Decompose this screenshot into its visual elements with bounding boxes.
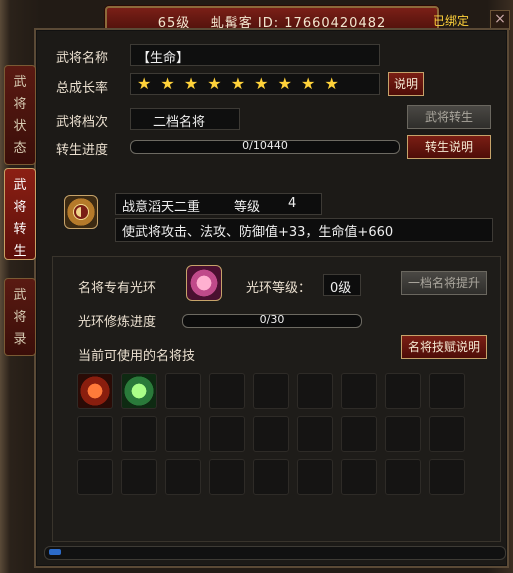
skill-slot[interactable] <box>253 459 289 495</box>
skill-slot[interactable] <box>385 416 421 452</box>
skill-level-label: 等级 <box>234 200 261 215</box>
skill-slot[interactable] <box>341 459 377 495</box>
aura-train-text: 0/30 <box>259 313 285 326</box>
explain-button[interactable]: 说明 <box>388 72 424 96</box>
growth-label: 总成长率 <box>56 81 109 96</box>
skill-name: 战意滔天二重 <box>122 200 201 215</box>
usable-skills-label: 当前可使用的名将技 <box>78 349 196 364</box>
skill-slot[interactable] <box>297 416 333 452</box>
skill-slot[interactable] <box>253 373 289 409</box>
skill-slot[interactable] <box>77 416 113 452</box>
name-label: 武将名称 <box>56 51 109 66</box>
tab-label: 武将录 <box>13 288 27 347</box>
skill-slot[interactable] <box>121 373 157 409</box>
skill-slot[interactable] <box>429 373 465 409</box>
rebirth-progress-text: 0/10440 <box>242 139 288 152</box>
star-icons: ★ ★ ★ ★ ★ ★ ★ ★ ★ <box>137 74 341 93</box>
name-field: 【生命】 <box>130 44 380 66</box>
skill-slot[interactable] <box>297 459 333 495</box>
grade-field: 二档名将 <box>130 108 240 130</box>
rebirth-progress-bar: 0/10440 <box>130 139 400 154</box>
aura-title: 名将专有光环 <box>78 281 157 296</box>
aura-train-label: 光环修炼进度 <box>78 315 157 330</box>
aura-icon[interactable] <box>186 265 222 301</box>
aura-level-label: 光环等级： <box>246 281 312 296</box>
close-button[interactable]: × <box>490 10 510 30</box>
skill-slot[interactable] <box>209 416 245 452</box>
skill-slot[interactable] <box>209 459 245 495</box>
talent-explain-button[interactable]: 名将技赋说明 <box>401 335 487 359</box>
horizontal-scrollbar[interactable] <box>44 546 506 560</box>
skill-level: 4 <box>288 196 297 211</box>
skill-slot[interactable] <box>77 373 113 409</box>
aura-train-bar: 0/30 <box>182 313 362 328</box>
skill-slot[interactable] <box>341 416 377 452</box>
aura-upgrade-button[interactable]: 一档名将提升 <box>401 271 487 295</box>
skill-slot[interactable] <box>209 373 245 409</box>
skill-slot[interactable] <box>165 416 201 452</box>
skill-slot[interactable] <box>253 416 289 452</box>
growth-stars-field: ★ ★ ★ ★ ★ ★ ★ ★ ★ <box>130 73 380 95</box>
skill-slot[interactable] <box>165 459 201 495</box>
grade-value: 二档名将 <box>153 115 206 130</box>
skill-desc-field: 使武将攻击、法攻、防御值+33，生命值+660 <box>115 218 493 242</box>
skill-name-field: 战意滔天二重 等级 4 <box>115 193 322 215</box>
tab-label: 武将转生 <box>13 178 27 259</box>
skill-slot[interactable] <box>121 416 157 452</box>
skill-slot[interactable] <box>385 373 421 409</box>
skill-slot[interactable] <box>341 373 377 409</box>
skill-slot[interactable] <box>385 459 421 495</box>
skill-icon[interactable] <box>64 195 98 229</box>
skill-slot[interactable] <box>297 373 333 409</box>
rebirth-explain-button[interactable]: 转生说明 <box>407 135 491 159</box>
scrollbar-thumb[interactable] <box>49 549 61 555</box>
skill-slot[interactable] <box>121 459 157 495</box>
skill-slot[interactable] <box>165 373 201 409</box>
tab-label: 武将状态 <box>13 75 27 156</box>
progress-label: 转生进度 <box>56 143 109 158</box>
rebirth-button[interactable]: 武将转生 <box>407 105 491 129</box>
bound-status: 已绑定 <box>433 14 470 28</box>
grade-label: 武将档次 <box>56 115 109 130</box>
aura-level-field: 0级 <box>323 274 361 296</box>
skill-slot[interactable] <box>429 416 465 452</box>
skill-slot[interactable] <box>429 459 465 495</box>
tab-general-record[interactable]: 武将录 <box>4 278 36 356</box>
tab-general-rebirth[interactable]: 武将转生 <box>4 168 36 260</box>
skill-slot[interactable] <box>77 459 113 495</box>
name-value: 【生命】 <box>137 51 190 66</box>
tab-general-status[interactable]: 武将状态 <box>4 65 36 165</box>
skill-desc: 使武将攻击、法攻、防御值+33，生命值+660 <box>122 225 394 240</box>
aura-level-value: 0级 <box>330 281 352 296</box>
